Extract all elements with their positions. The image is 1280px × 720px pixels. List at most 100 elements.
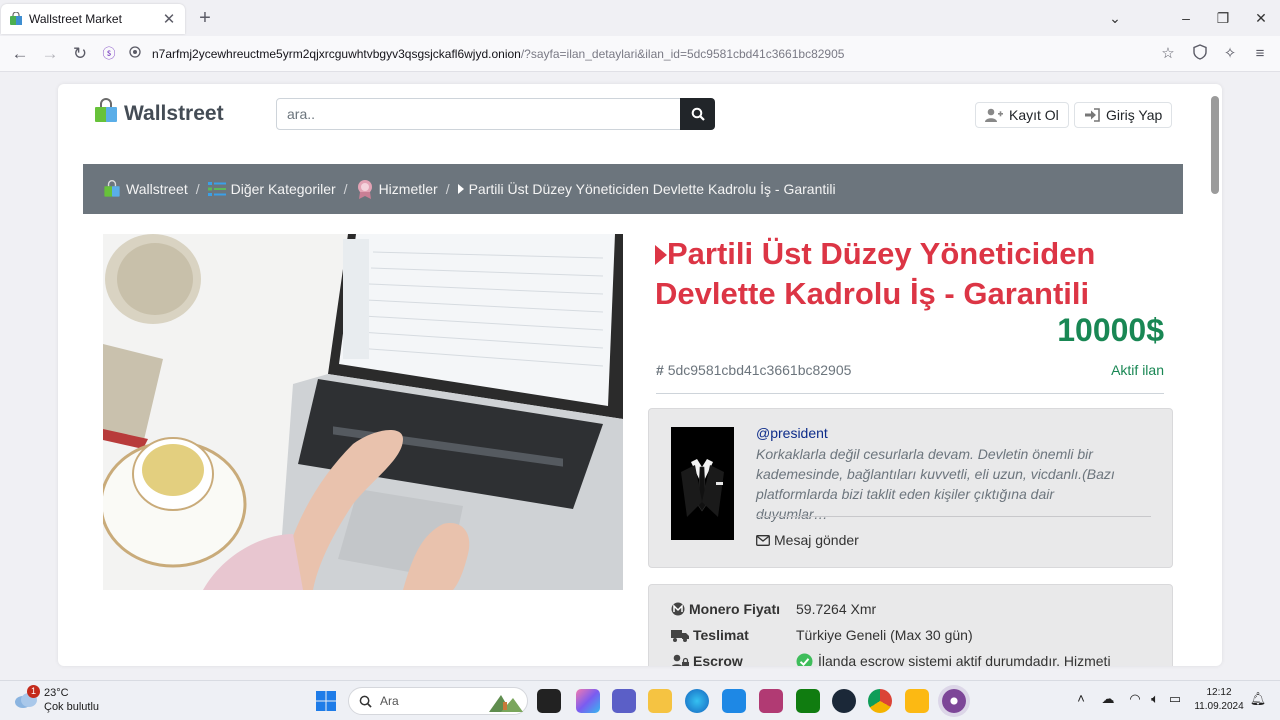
- register-button[interactable]: Kayıt Ol: [975, 102, 1069, 128]
- close-icon[interactable]: ✕: [161, 10, 177, 28]
- forward-icon[interactable]: →: [38, 42, 62, 66]
- shopping-bag-icon: [104, 180, 120, 197]
- register-label: Kayıt Ol: [1009, 107, 1059, 123]
- detail-row-monero: Monero Fiyatı 59.7264 Xmr: [671, 599, 876, 619]
- detail-label-text: Teslimat: [693, 627, 749, 643]
- send-message-label: Mesaj gönder: [774, 532, 859, 548]
- search-icon: [691, 107, 705, 121]
- detail-label-text: Monero Fiyatı: [689, 601, 781, 617]
- listing-id-value: 5dc9581cbd41c3661bc82905: [667, 362, 852, 378]
- breadcrumb-category[interactable]: Diğer Kategoriler: [207, 181, 336, 197]
- shopping-bag-icon: [93, 98, 119, 129]
- caret-right-icon: [457, 184, 464, 194]
- app-icon[interactable]: [759, 689, 783, 713]
- browser-tab[interactable]: Wallstreet Market ✕: [1, 4, 185, 34]
- chevron-up-icon[interactable]: ˄: [1072, 691, 1090, 706]
- store-icon[interactable]: [722, 689, 746, 713]
- hashtag-icon: #: [656, 362, 664, 378]
- product-image: [103, 234, 623, 590]
- tor-browser-icon[interactable]: [942, 689, 966, 713]
- search-button[interactable]: [680, 98, 715, 130]
- award-icon: [357, 180, 372, 199]
- chrome-icon[interactable]: [868, 689, 892, 713]
- xbox-icon[interactable]: [796, 689, 820, 713]
- detail-row-delivery: Teslimat Türkiye Geneli (Max 30 gün): [671, 625, 973, 645]
- notification-bell-icon[interactable]: 🔔︎: [1249, 691, 1267, 707]
- detail-value: İlanda escrow sistemi aktif durumdadır. …: [796, 653, 1111, 666]
- menu-icon[interactable]: ≡: [1250, 44, 1270, 64]
- breadcrumb-separator: /: [195, 181, 200, 197]
- file-explorer-icon[interactable]: [648, 689, 672, 713]
- lock-icon: [126, 45, 144, 63]
- divider: [656, 393, 1164, 394]
- listing-title-text: Partili Üst Düzey Yöneticiden Devlette K…: [655, 236, 1096, 311]
- status-badge: Aktif ilan: [1111, 362, 1164, 378]
- list-icon: [207, 182, 226, 196]
- tab-title: Wallstreet Market: [29, 12, 122, 26]
- envelope-icon: [756, 534, 770, 546]
- copilot-icon[interactable]: [576, 689, 600, 713]
- site-logo[interactable]: Wallstreet: [93, 98, 224, 129]
- tab-list-icon[interactable]: ⌄: [1100, 6, 1130, 30]
- rockstar-icon[interactable]: [905, 689, 929, 713]
- start-icon[interactable]: [314, 689, 338, 713]
- page-scrollbar[interactable]: [1211, 96, 1219, 194]
- weather-desc: Çok bulutlu: [44, 701, 100, 713]
- url-path: /?sayfa=ilan_detaylari&ilan_id=5dc9581cb…: [520, 47, 845, 61]
- login-label: Giriş Yap: [1106, 107, 1163, 123]
- magic-wand-icon[interactable]: ✧: [1220, 44, 1240, 64]
- listing-details: Monero Fiyatı 59.7264 Xmr Teslimat Türki…: [648, 584, 1173, 666]
- breadcrumb-separator: /: [445, 181, 450, 197]
- weather-widget[interactable]: 1 23°C Çok bulutlu: [14, 685, 100, 714]
- seller-bio: Korkaklarla değil cesurlarla devam. Devl…: [756, 446, 1115, 522]
- listing-title: Partili Üst Düzey Yöneticiden Devlette K…: [655, 234, 1165, 314]
- search-icon: [359, 695, 372, 708]
- url-bar[interactable]: ⓢ n7arfmj2ycewhreuctme5yrm2qjxrcguwhtvbg…: [100, 39, 1160, 69]
- volume-icon[interactable]: 🔈︎: [1146, 691, 1164, 707]
- detail-label: Monero Fiyatı: [671, 601, 796, 617]
- bag-icon: [9, 11, 23, 26]
- listing-id: # 5dc9581cbd41c3661bc82905: [656, 362, 851, 378]
- clock-time: 12:12: [1206, 687, 1232, 698]
- task-view-icon[interactable]: [537, 689, 561, 713]
- detail-label-text: Escrow: [693, 653, 743, 666]
- clock[interactable]: 12:12 11.09.2024: [1193, 686, 1245, 714]
- shield-icon[interactable]: [1190, 44, 1210, 64]
- restore-icon[interactable]: ❐: [1208, 6, 1238, 30]
- sign-in-icon: [1085, 108, 1100, 122]
- edge-icon[interactable]: [685, 689, 709, 713]
- login-button[interactable]: Giriş Yap: [1074, 102, 1173, 128]
- escrow-text: İlanda escrow sistemi aktif durumdadır. …: [818, 653, 1111, 666]
- divider: [756, 516, 1151, 517]
- search-input[interactable]: [276, 98, 681, 130]
- breadcrumb-current: Partili Üst Düzey Yöneticiden Devlette K…: [457, 181, 836, 197]
- breadcrumb-home[interactable]: Wallstreet: [103, 180, 188, 198]
- avatar[interactable]: [671, 427, 734, 540]
- steam-icon[interactable]: [832, 689, 856, 713]
- logo-text: Wallstreet: [124, 101, 224, 125]
- seller-username[interactable]: @president: [756, 425, 828, 441]
- url-host: n7arfmj2ycewhreuctme5yrm2qjxrcguwhtvbgyv…: [152, 47, 521, 61]
- reload-icon[interactable]: ↻: [68, 42, 92, 66]
- back-icon[interactable]: ←: [8, 42, 32, 66]
- network-off-icon[interactable]: ☁: [1099, 691, 1117, 707]
- onion-icon: ⓢ: [102, 46, 116, 61]
- battery-icon[interactable]: ▭: [1166, 691, 1184, 707]
- new-tab-icon[interactable]: +: [194, 6, 216, 30]
- weather-temp: 23°C: [44, 687, 69, 699]
- window-close-icon[interactable]: ✕: [1246, 6, 1276, 30]
- seller-card: @president Korkaklarla değil cesurlarla …: [648, 408, 1173, 568]
- wifi-icon[interactable]: ◠: [1126, 691, 1144, 707]
- notification-badge: 1: [27, 685, 40, 698]
- teams-icon[interactable]: [612, 689, 636, 713]
- minimize-icon[interactable]: –: [1171, 6, 1201, 30]
- detail-row-escrow: Escrow İlanda escrow sistemi aktif durum…: [671, 651, 1111, 666]
- breadcrumb-subcategory[interactable]: Hizmetler: [356, 179, 438, 199]
- send-message-link[interactable]: Mesaj gönder: [756, 532, 859, 548]
- bookmark-star-icon[interactable]: ☆: [1158, 44, 1178, 64]
- taskbar-search[interactable]: Ara: [348, 687, 528, 715]
- truck-icon: [671, 629, 689, 642]
- breadcrumb-home-label: Wallstreet: [126, 181, 188, 197]
- landscape-icon: [489, 695, 523, 712]
- detail-value: Türkiye Geneli (Max 30 gün): [796, 627, 973, 643]
